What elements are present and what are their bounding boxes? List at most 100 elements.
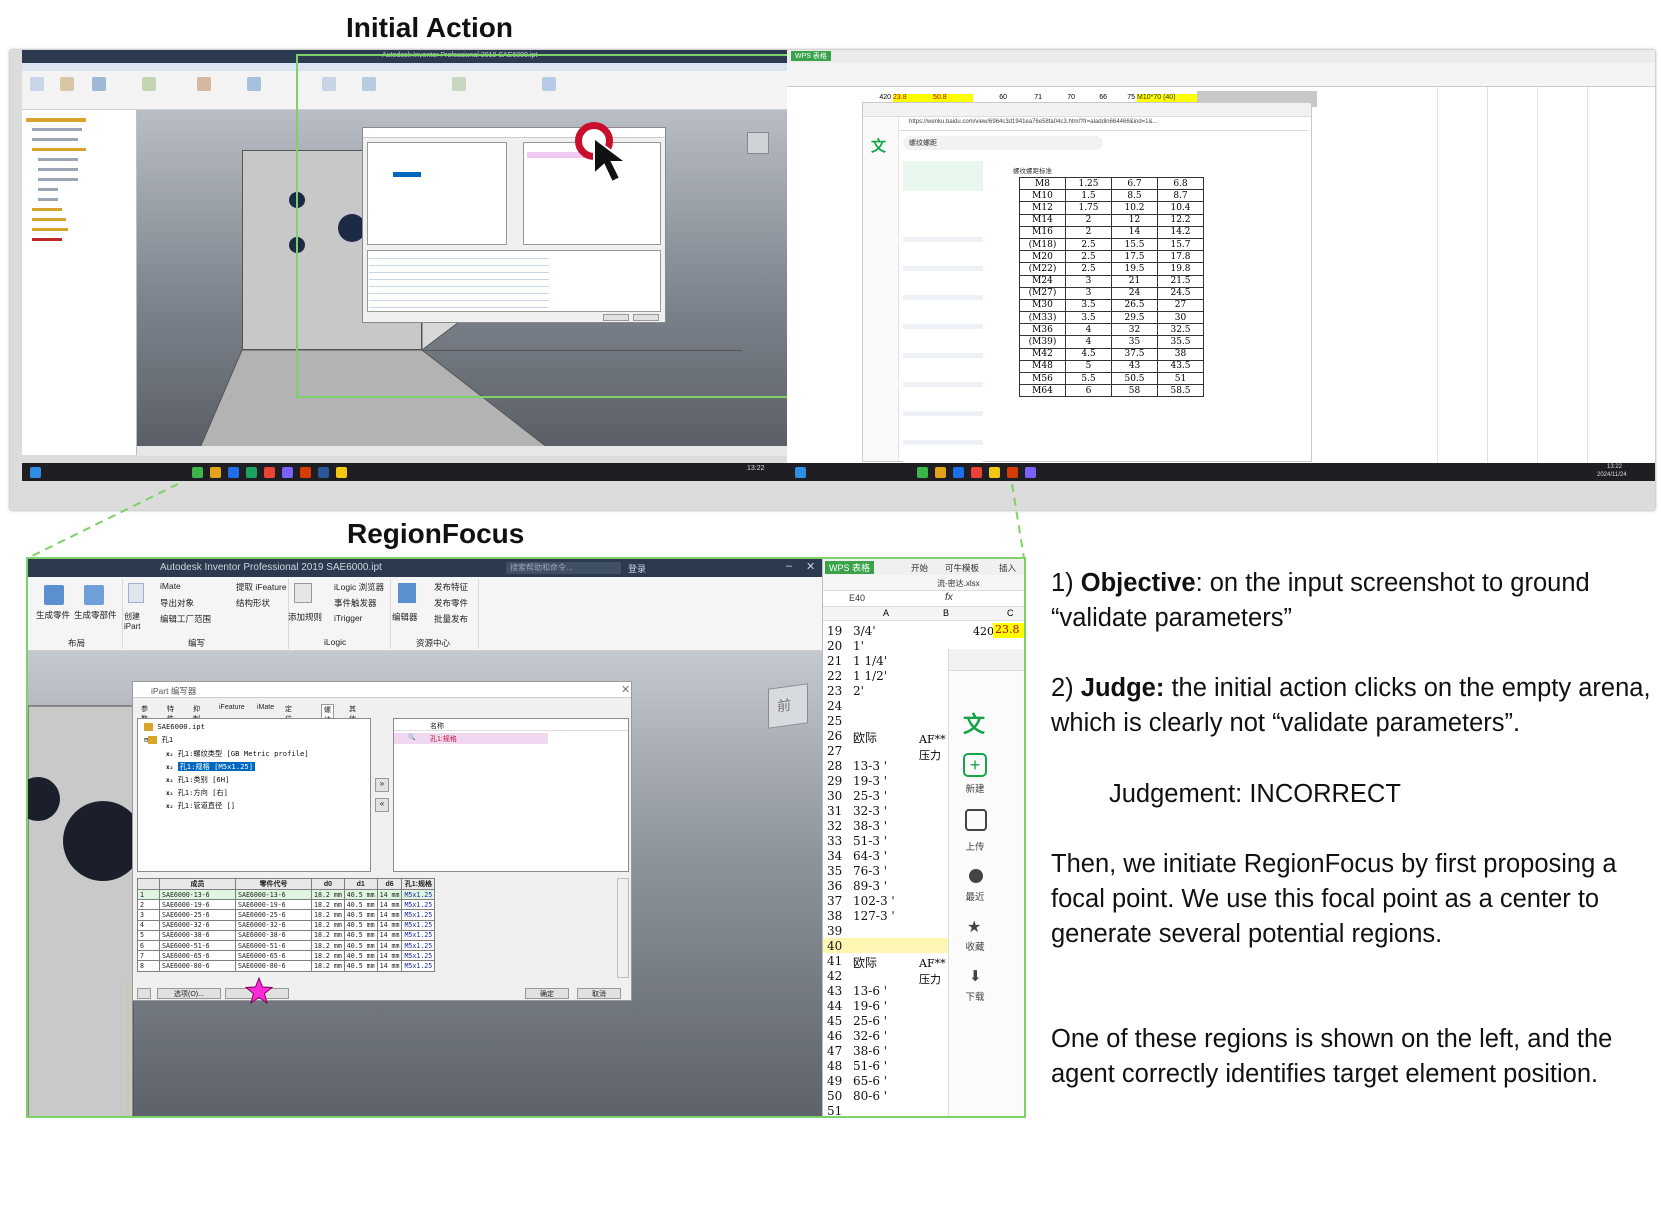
row-number[interactable]: 32 (827, 819, 842, 833)
table-cell[interactable]: M5x1.25 (401, 909, 436, 921)
table-cell[interactable]: 18.2 mm (311, 939, 345, 952)
table-cell[interactable]: SAE6000-19-6 (235, 899, 312, 911)
wps-logo[interactable]: WPS 表格 (825, 561, 875, 574)
row-number[interactable]: 45 (827, 1014, 842, 1028)
editor-icon[interactable] (398, 583, 416, 603)
table-cell[interactable]: 14 mm (376, 960, 403, 972)
table-cell[interactable]: M5x1.25 (401, 929, 436, 941)
add-rule-label[interactable]: 添加规则 (288, 611, 322, 623)
tree-item-thread-type[interactable]: x₂ 孔1:螺纹类型 [GB Metric profile] (166, 749, 309, 759)
row-number[interactable]: 26 (827, 729, 842, 743)
row-number[interactable]: 25 (827, 714, 842, 728)
side-new[interactable]: 新建 (955, 781, 995, 795)
row-number[interactable]: 35 (827, 864, 842, 878)
dialog-tab-3[interactable]: iFeature (217, 704, 247, 711)
tree-item-size[interactable]: x₂ 孔1:规格 [M5x1.25] (166, 762, 256, 772)
cell-a[interactable]: 38-3 ' (853, 819, 887, 833)
row-number[interactable]: 28 (827, 759, 842, 773)
table-cell[interactable]: SAE6000-32-6 (235, 919, 312, 931)
table-cell[interactable]: SAE6000-25-6 (235, 909, 312, 921)
table-header-cell[interactable] (137, 878, 160, 890)
wen-icon-zoom[interactable]: 文 (963, 707, 985, 739)
cell-a[interactable]: 25-3 ' (853, 789, 887, 803)
minimize-icon[interactable]: – (786, 560, 792, 572)
row-number[interactable]: 34 (827, 849, 842, 863)
table-cell[interactable]: SAE6000-51-6 (159, 939, 236, 952)
cell-a[interactable]: 80-6 ' (853, 1089, 887, 1103)
row-number[interactable]: 21 (827, 654, 842, 668)
zoom-view-cube[interactable]: 前 (768, 683, 808, 729)
selected-param-row[interactable]: 🔍 孔1:规格 (394, 733, 548, 744)
event-trigger-label[interactable]: 事件触发器 (334, 597, 377, 609)
table-cell[interactable]: SAE6000-25-6 (159, 909, 236, 921)
table-cell[interactable]: 4 (137, 919, 160, 931)
table-cell[interactable]: SAE6000-13-6 (235, 888, 312, 901)
row-number[interactable]: 41 (827, 954, 842, 968)
row-number[interactable]: 37 (827, 894, 842, 908)
tree-item-class[interactable]: x₂ 孔1:类别 [6H] (166, 775, 229, 785)
tree-hole[interactable]: ⊟ 孔1 (144, 735, 173, 745)
batch-publish-label[interactable]: 批量发布 (434, 613, 468, 625)
login-link[interactable]: 登录 (628, 562, 646, 575)
cell-a[interactable]: 51-3 ' (853, 834, 887, 848)
table-cell[interactable]: 18.2 mm (311, 888, 345, 901)
row-number[interactable]: 49 (827, 1074, 842, 1088)
table-cell[interactable]: 18.2 mm (311, 919, 345, 931)
row-number[interactable]: 44 (827, 999, 842, 1013)
itrigger-label[interactable]: iTrigger (334, 613, 363, 623)
side-favorite[interactable]: 收藏 (955, 939, 995, 953)
row-number[interactable]: 33 (827, 834, 842, 848)
tree-root[interactable]: SAE6000.ipt (144, 722, 205, 731)
table-cell[interactable]: M5x1.25 (401, 939, 436, 952)
table-cell[interactable]: 14 mm (376, 929, 403, 941)
table-row[interactable]: 4 SAE6000-32-6 SAE6000-32-6 18.2 mm 40.5 mm 1… (137, 919, 436, 931)
table-cell[interactable]: 14 mm (376, 899, 403, 911)
cell-a[interactable]: 127-3 ' (853, 909, 895, 923)
table-scrollbar[interactable] (617, 878, 629, 978)
add-rule-icon[interactable] (294, 583, 312, 603)
table-cell[interactable]: 40.5 mm (343, 939, 378, 952)
cell-a[interactable]: 32-6 ' (853, 1029, 887, 1043)
menu-start[interactable]: 开始 (911, 562, 928, 574)
publish-feature-label[interactable]: 发布特征 (434, 581, 468, 593)
cell-c19-zoom[interactable]: 23.8 (993, 623, 1024, 638)
editor-label[interactable]: 编辑器 (392, 611, 418, 623)
table-cell[interactable]: 7 (137, 950, 160, 962)
remove-param-button[interactable]: « (375, 798, 389, 812)
cell-a[interactable]: 1 1/2' (853, 669, 887, 683)
new-plus-icon[interactable]: + (963, 753, 987, 777)
table-cell[interactable]: 40.5 mm (343, 888, 378, 901)
cell-a[interactable]: 19-3 ' (853, 774, 887, 788)
help-search-input[interactable]: 搜索帮助和命令... (506, 562, 621, 574)
close-icon[interactable]: ✕ (806, 560, 815, 573)
cell-a[interactable]: 76-3 ' (853, 864, 887, 878)
cell-a[interactable]: 1' (853, 639, 864, 653)
row-number[interactable]: 19 (827, 624, 842, 638)
table-cell[interactable]: SAE6000-13-6 (159, 888, 236, 901)
cell-a[interactable]: 13-3 ' (853, 759, 887, 773)
favorite-star-icon[interactable]: ★ (967, 917, 981, 937)
table-cell[interactable]: SAE6000-65-6 (235, 950, 312, 962)
table-cell[interactable]: SAE6000-19-6 (159, 899, 236, 911)
dialog-tab-4[interactable]: iMate (255, 704, 276, 711)
table-cell[interactable]: M5x1.25 (401, 888, 436, 901)
table-header-cell[interactable]: d1 (343, 878, 378, 890)
ilogic-browser-label[interactable]: iLogic 浏览器 (334, 581, 384, 593)
cell-a[interactable]: 64-3 ' (853, 849, 887, 863)
create-ipart-label[interactable]: 创建 iPart (124, 611, 146, 631)
row-number[interactable]: 39 (827, 924, 842, 938)
cell-ref[interactable]: E40 (849, 593, 865, 603)
table-cell[interactable]: SAE6000-38-6 (235, 929, 312, 941)
table-cell[interactable]: M5x1.25 (401, 919, 436, 931)
table-cell[interactable]: M5x1.25 (401, 950, 436, 962)
cell-a[interactable]: 89-3 ' (853, 879, 887, 893)
table-cell[interactable]: 5 (137, 929, 160, 941)
row-number[interactable]: 50 (827, 1089, 842, 1103)
gen-parts-label[interactable]: 生成零部件 (74, 609, 117, 621)
cell-a[interactable]: 25-6 ' (853, 1014, 887, 1028)
col-c-header[interactable]: C (1007, 608, 1014, 618)
side-upload[interactable]: 上传 (955, 839, 995, 853)
table-cell[interactable]: 40.5 mm (343, 960, 378, 972)
table-cell[interactable]: 18.2 mm (311, 929, 345, 941)
table-cell[interactable]: SAE6000-51-6 (235, 939, 312, 952)
